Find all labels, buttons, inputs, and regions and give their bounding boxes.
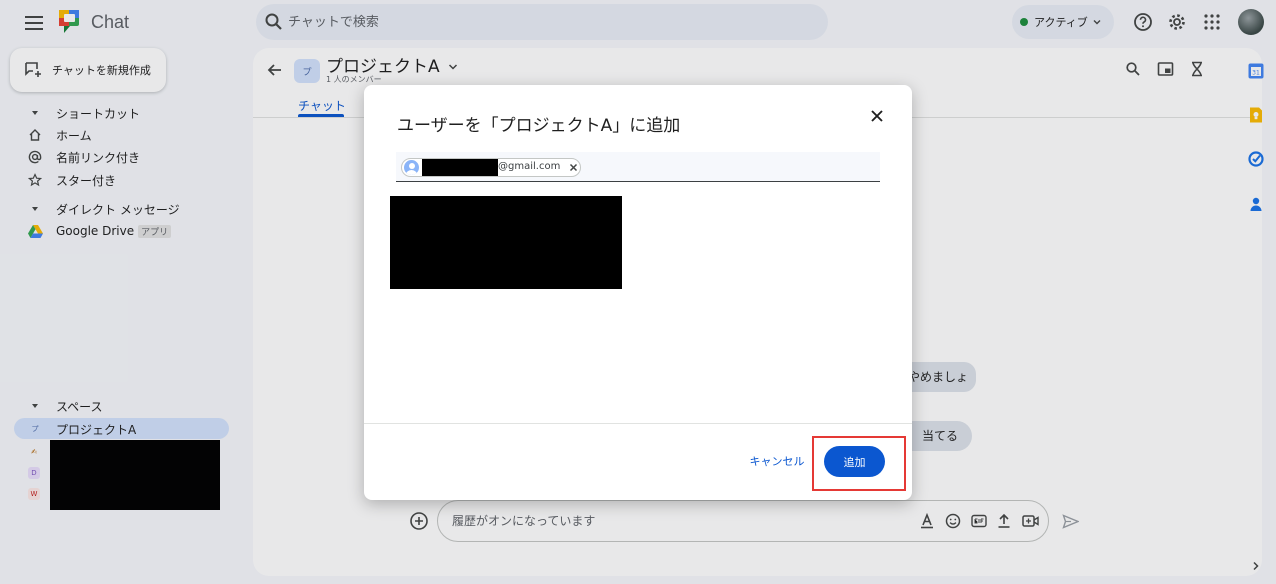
redacted-username [422,159,498,176]
remove-chip-icon[interactable] [568,162,579,173]
dialog-footer-divider [364,423,912,424]
annotation-highlight-box [812,436,906,491]
redacted-user-suggestion [390,196,622,289]
dialog-title: ユーザーを「プロジェクトA」に追加 [397,116,681,136]
user-input-field[interactable]: @gmail.com [396,152,880,182]
user-avatar-icon [404,160,419,175]
user-chip[interactable]: @gmail.com [401,158,581,177]
user-chip-email: @gmail.com [498,161,561,172]
close-icon [871,110,883,122]
dialog-close-button[interactable] [866,105,888,127]
cancel-button[interactable]: キャンセル [742,447,812,475]
